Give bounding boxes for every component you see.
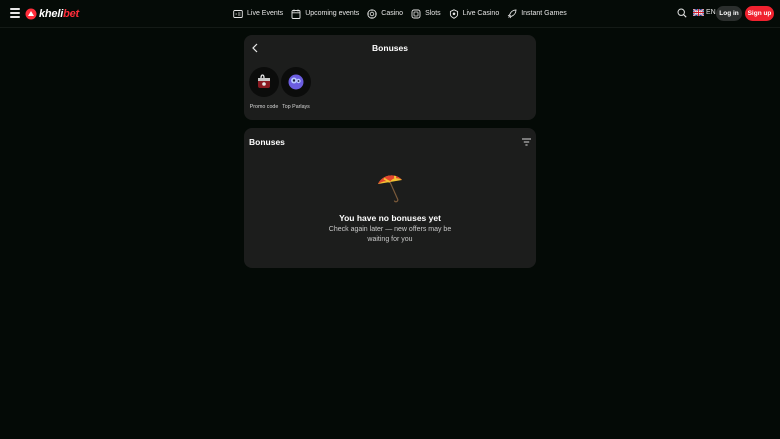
section-title: Bonuses	[249, 137, 285, 147]
page-title: Bonuses	[372, 43, 408, 53]
calendar-icon	[291, 9, 301, 19]
promo-code-icon	[258, 74, 270, 88]
nav-label: Live Casino	[462, 10, 500, 17]
uk-flag-icon	[693, 9, 704, 16]
logo-mark-icon	[25, 8, 37, 19]
casino-chip-icon	[367, 8, 377, 19]
language-label: EN	[706, 9, 716, 16]
live-events-icon	[233, 9, 243, 18]
hamburger-menu-icon[interactable]	[10, 8, 20, 19]
top-bar: khelibet Live Events Upcoming events Cas…	[0, 0, 780, 28]
signup-button[interactable]: Sign up	[745, 6, 774, 21]
nav-casino[interactable]: Casino	[367, 8, 404, 19]
empty-state-description: Check again later — new offers may be wa…	[328, 226, 452, 243]
language-selector[interactable]: EN	[693, 9, 716, 16]
logo-text-accent: bet	[63, 7, 79, 20]
main-nav: Live Events Upcoming events Casino Slots…	[233, 0, 575, 27]
nav-live-casino[interactable]: Live Casino	[449, 8, 500, 19]
nav-instant-games[interactable]: Instant Games	[507, 9, 567, 19]
nav-slots[interactable]: Slots	[411, 9, 441, 19]
nav-label: Instant Games	[521, 10, 567, 17]
nav-live-events[interactable]: Live Events	[233, 9, 283, 19]
nav-label: Slots	[425, 10, 441, 17]
filter-icon[interactable]	[522, 138, 531, 146]
umbrella-icon	[378, 175, 402, 203]
empty-state-title: You have no bonuses yet	[339, 213, 441, 223]
bonuses-categories-panel: Bonuses Promo code Top Parlays	[244, 35, 536, 120]
tile-top-parlays[interactable]: Top Parlays	[281, 67, 311, 110]
site-logo[interactable]: khelibet	[25, 6, 79, 21]
nav-label: Upcoming events	[305, 10, 360, 17]
search-icon[interactable]	[677, 8, 687, 18]
tile-label: Top Parlays	[282, 104, 310, 110]
nav-upcoming-events[interactable]: Upcoming events	[291, 9, 359, 19]
login-button[interactable]: Log in	[716, 6, 742, 21]
nav-label: Casino	[381, 10, 404, 17]
bonuses-list-panel: Bonuses You have no bonuses yet Check ag…	[244, 128, 536, 268]
live-casino-icon	[449, 8, 458, 19]
slots-icon	[411, 9, 421, 18]
nav-label: Live Events	[247, 10, 284, 17]
top-parlays-icon	[288, 74, 304, 90]
logo-text-primary: kheli	[39, 7, 64, 20]
rocket-icon	[507, 9, 517, 18]
